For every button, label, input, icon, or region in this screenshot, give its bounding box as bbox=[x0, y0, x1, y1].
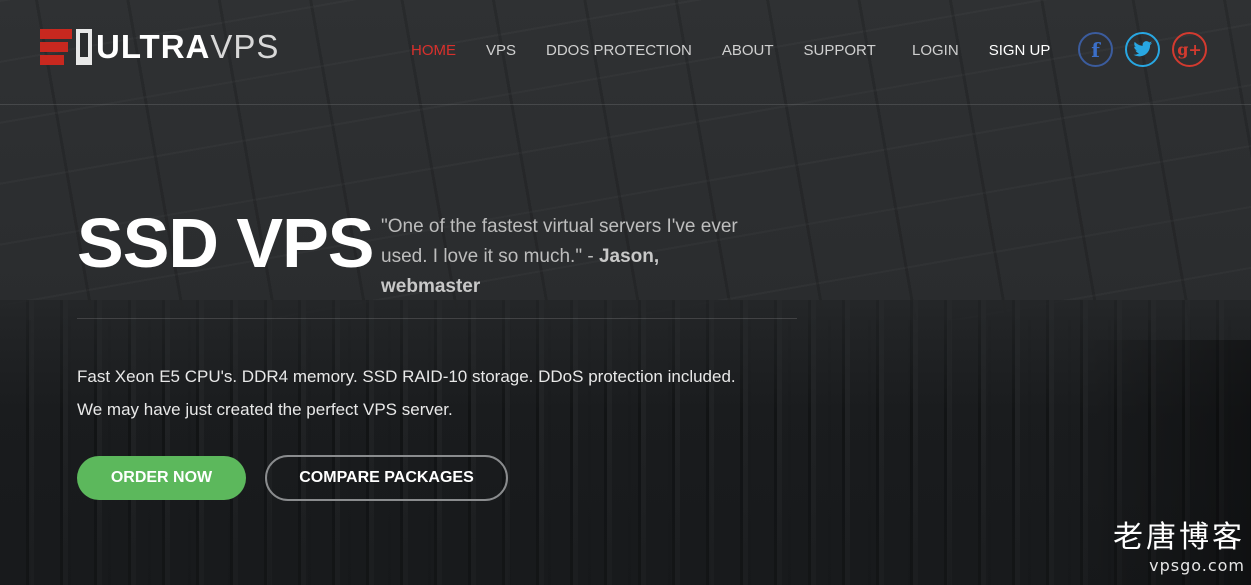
nav-item-home[interactable]: HOME bbox=[411, 42, 456, 59]
server-racks-image bbox=[0, 300, 1251, 585]
social-links: f g+ bbox=[1078, 32, 1219, 67]
twitter-bird-icon bbox=[1132, 41, 1152, 57]
description-line-1: Fast Xeon E5 CPU's. DDR4 memory. SSD RAI… bbox=[77, 367, 736, 386]
main-nav: HOME VPS DDOS PROTECTION ABOUT SUPPORT bbox=[411, 40, 906, 60]
signup-link[interactable]: SIGN UP bbox=[989, 42, 1051, 59]
site-header: ULTRAVPS HOME VPS DDOS PROTECTION ABOUT … bbox=[0, 0, 1251, 105]
auth-links: LOGIN SIGN UP bbox=[912, 40, 1050, 60]
hero-title: SSD VPS bbox=[77, 204, 374, 282]
order-now-button[interactable]: ORDER NOW bbox=[77, 456, 246, 500]
watermark: 老唐博客 vpsgo.com bbox=[1113, 520, 1245, 576]
hero-divider bbox=[77, 318, 797, 319]
twitter-icon[interactable] bbox=[1125, 32, 1160, 67]
logo[interactable]: ULTRAVPS bbox=[38, 27, 279, 67]
google-plus-icon[interactable]: g+ bbox=[1172, 32, 1207, 67]
login-link[interactable]: LOGIN bbox=[912, 42, 959, 59]
nav-item-about[interactable]: ABOUT bbox=[722, 42, 774, 59]
hero-description: Fast Xeon E5 CPU's. DDR4 memory. SSD RAI… bbox=[77, 360, 797, 426]
logo-text-bold: ULTRA bbox=[96, 28, 211, 65]
nav-item-ddos-protection[interactable]: DDOS PROTECTION bbox=[546, 42, 692, 59]
nav-item-vps[interactable]: VPS bbox=[486, 42, 516, 59]
quote-text: "One of the fastest virtual servers I've… bbox=[381, 216, 738, 267]
facebook-icon[interactable]: f bbox=[1078, 32, 1113, 67]
testimonial-quote: "One of the fastest virtual servers I've… bbox=[381, 212, 761, 302]
logo-text-light: VPS bbox=[210, 28, 280, 65]
watermark-url: vpsgo.com bbox=[1149, 556, 1245, 575]
logo-mark-icon bbox=[40, 29, 92, 65]
compare-packages-button[interactable]: COMPARE PACKAGES bbox=[265, 455, 508, 501]
description-line-2: We may have just created the perfect VPS… bbox=[77, 400, 453, 419]
watermark-chinese: 老唐博客 bbox=[1113, 520, 1245, 555]
nav-item-support[interactable]: SUPPORT bbox=[804, 42, 876, 59]
